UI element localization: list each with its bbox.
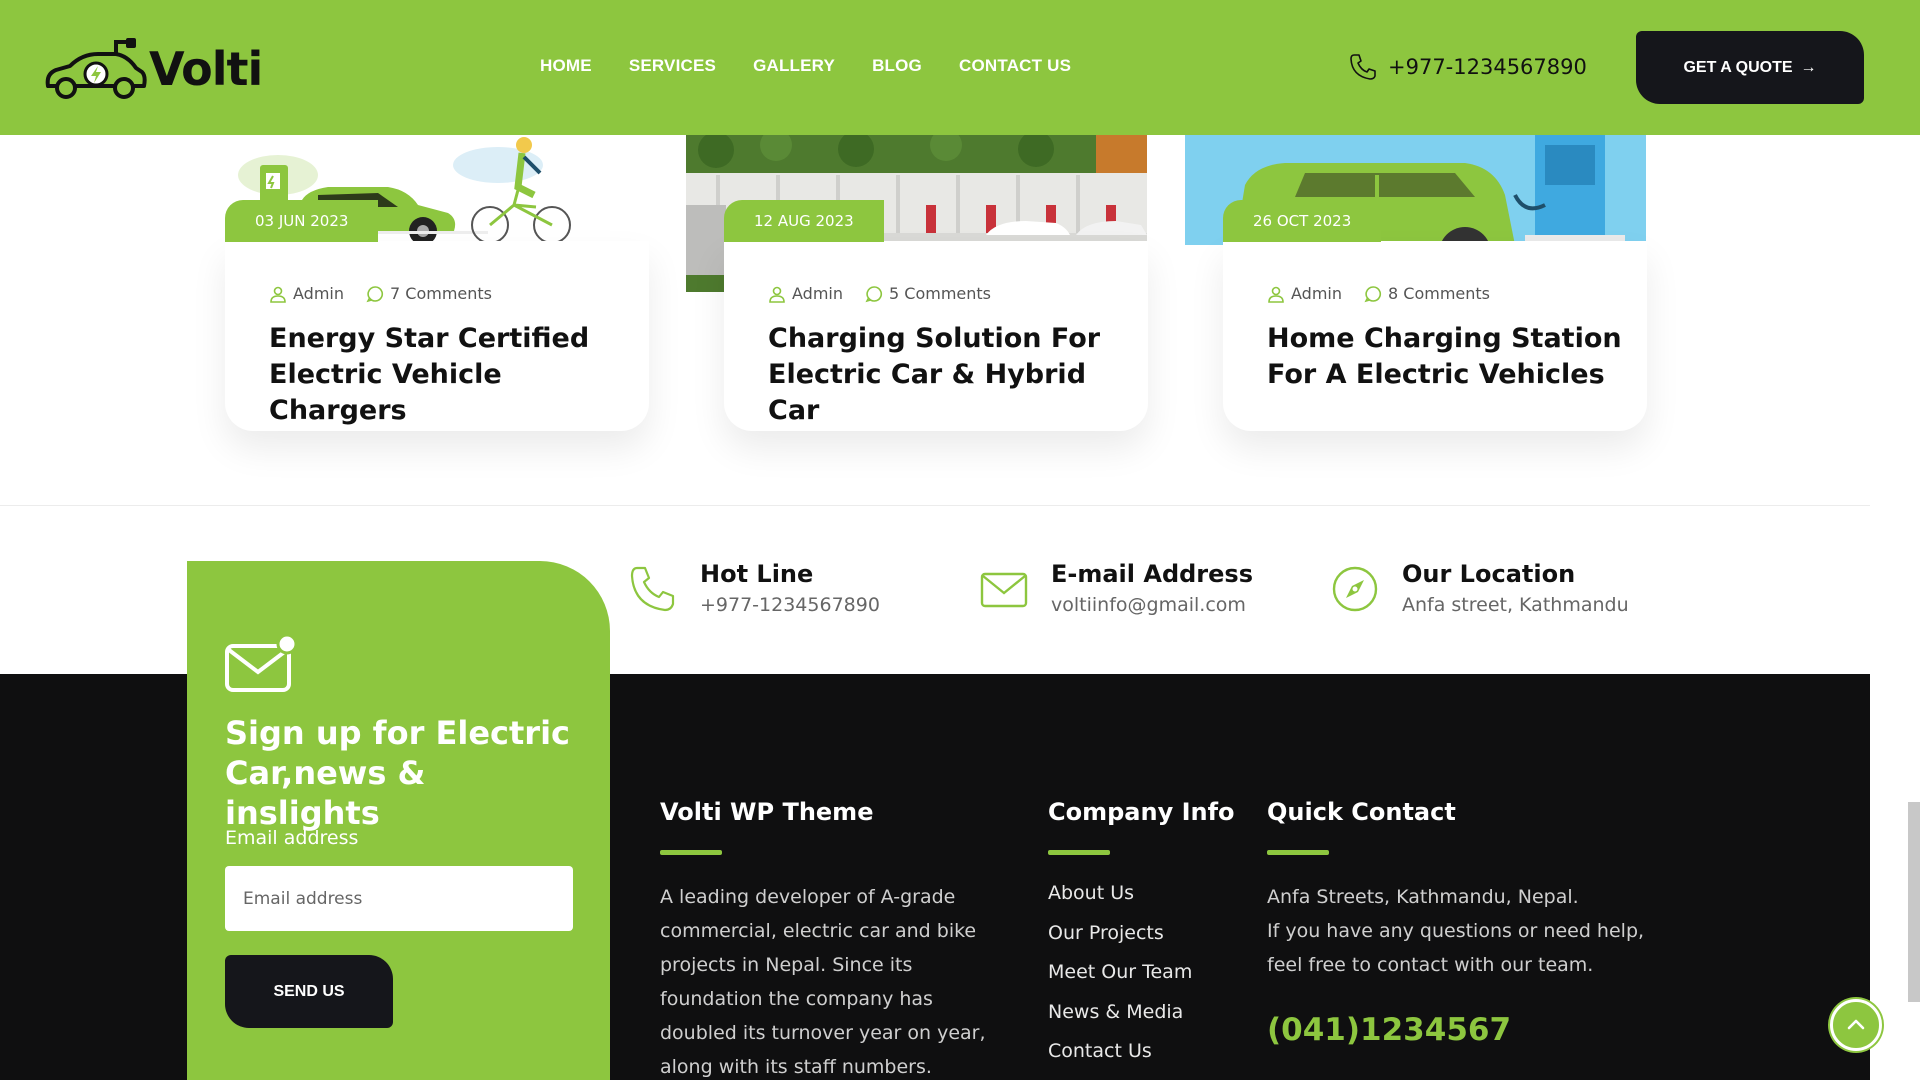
comment-icon bbox=[366, 285, 383, 302]
email-title: E-mail Address bbox=[1051, 560, 1253, 588]
post-author[interactable]: Admin bbox=[1291, 284, 1342, 303]
title-underline bbox=[660, 850, 722, 855]
scroll-to-top-button[interactable] bbox=[1830, 999, 1882, 1051]
about-text: A leading developer of A-grade commercia… bbox=[660, 886, 986, 1078]
quick-contact-text: Anfa Streets, Kathmandu, Nepal. If you h… bbox=[1267, 880, 1647, 982]
link-news-media[interactable]: News & Media bbox=[1048, 1001, 1192, 1041]
quick-contact-phone[interactable]: (041)1234567 bbox=[1267, 1012, 1511, 1048]
link-our-projects[interactable]: Our Projects bbox=[1048, 922, 1192, 962]
main-nav: HOME SERVICES GALLERY BLOG CONTACT US bbox=[540, 56, 1071, 76]
location-title: Our Location bbox=[1402, 560, 1576, 588]
header-phone[interactable]: +977-1234567890 bbox=[1348, 52, 1587, 82]
email-block: E-mail Address voltiinfo@gmail.com bbox=[979, 560, 1253, 616]
car-logo-icon bbox=[45, 38, 147, 99]
location-block: Our Location Anfa street, Kathmandu bbox=[1330, 560, 1629, 616]
send-us-button[interactable]: SEND US bbox=[225, 955, 393, 1028]
nav-services[interactable]: SERVICES bbox=[629, 56, 716, 76]
post-meta: Admin 8 Comments bbox=[1267, 284, 1490, 303]
header-phone-number: +977-1234567890 bbox=[1388, 55, 1587, 79]
company-links: About Us Our Projects Meet Our Team News… bbox=[1048, 882, 1192, 1080]
compass-icon bbox=[1332, 566, 1378, 612]
post-meta: Admin 7 Comments bbox=[269, 284, 492, 303]
hotline-value[interactable]: +977-1234567890 bbox=[700, 594, 880, 616]
chevron-up-icon bbox=[1847, 1019, 1865, 1030]
post-meta: Admin 5 Comments bbox=[768, 284, 991, 303]
mail-notification-icon bbox=[225, 634, 297, 692]
post-title[interactable]: Home Charging Station For A Electric Veh… bbox=[1267, 321, 1627, 393]
quick-contact-help: If you have any questions or need help, … bbox=[1267, 920, 1645, 976]
get-a-quote-label: GET A QUOTE bbox=[1683, 58, 1793, 76]
comment-icon bbox=[1364, 285, 1381, 302]
section-divider bbox=[0, 505, 1870, 506]
post-author[interactable]: Admin bbox=[293, 284, 344, 303]
email-label: Email address bbox=[225, 827, 359, 849]
user-icon bbox=[769, 286, 785, 303]
email-input[interactable] bbox=[225, 866, 573, 931]
user-icon bbox=[1268, 286, 1284, 303]
logo[interactable]: Volti bbox=[42, 36, 263, 102]
post-title[interactable]: Charging Solution For Electric Car & Hyb… bbox=[768, 321, 1128, 429]
logo-text: Volti bbox=[149, 42, 263, 96]
mail-icon bbox=[980, 572, 1028, 608]
date-badge: 03 JUN 2023 bbox=[225, 200, 379, 242]
link-about-us[interactable]: About Us bbox=[1048, 882, 1192, 922]
quick-contact-address: Anfa Streets, Kathmandu, Nepal. bbox=[1267, 886, 1579, 908]
phone-icon bbox=[1350, 54, 1376, 80]
nav-blog[interactable]: BLOG bbox=[872, 56, 922, 76]
arrow-right-icon: → bbox=[1800, 58, 1817, 76]
post-author[interactable]: Admin bbox=[792, 284, 843, 303]
title-underline bbox=[1267, 850, 1329, 855]
company-info-title: Company Info bbox=[1048, 798, 1235, 826]
site-header: Volti HOME SERVICES GALLERY BLOG CONTACT… bbox=[0, 0, 1920, 135]
date-badge: 12 AUG 2023 bbox=[724, 200, 884, 242]
blog-card-3[interactable]: Admin 8 Comments Home Charging Station F… bbox=[1223, 241, 1647, 431]
phone-icon bbox=[630, 566, 675, 612]
location-value: Anfa street, Kathmandu bbox=[1402, 594, 1629, 616]
user-icon bbox=[270, 286, 286, 303]
quick-contact-title: Quick Contact bbox=[1267, 798, 1456, 826]
blog-card-1[interactable]: Admin 7 Comments Energy Star Certified E… bbox=[225, 241, 649, 431]
get-a-quote-button[interactable]: GET A QUOTE → bbox=[1636, 31, 1864, 104]
about-title: Volti WP Theme bbox=[660, 798, 874, 826]
newsletter-signup: Sign up for Electric Car,news & inslight… bbox=[187, 561, 610, 1080]
post-comments[interactable]: 8 Comments bbox=[1388, 284, 1490, 303]
page-scrollbar-thumb[interactable] bbox=[1908, 802, 1920, 1002]
title-underline bbox=[1048, 850, 1110, 855]
email-value[interactable]: voltiinfo@gmail.com bbox=[1051, 594, 1253, 616]
date-badge: 26 OCT 2023 bbox=[1223, 200, 1382, 242]
blog-card-2[interactable]: Admin 5 Comments Charging Solution For E… bbox=[724, 241, 1148, 431]
link-contact-us[interactable]: Contact Us bbox=[1048, 1040, 1192, 1080]
hotline-block: Hot Line +977-1234567890 bbox=[628, 560, 880, 616]
link-meet-our-team[interactable]: Meet Our Team bbox=[1048, 961, 1192, 1001]
post-comments[interactable]: 7 Comments bbox=[390, 284, 492, 303]
hotline-title: Hot Line bbox=[700, 560, 814, 588]
signup-title: Sign up for Electric Car,news & inslight… bbox=[225, 714, 571, 832]
nav-home[interactable]: HOME bbox=[540, 56, 592, 76]
nav-contact-us[interactable]: CONTACT US bbox=[959, 56, 1071, 76]
comment-icon bbox=[865, 285, 882, 302]
nav-gallery[interactable]: GALLERY bbox=[753, 56, 835, 76]
post-comments[interactable]: 5 Comments bbox=[889, 284, 991, 303]
post-title[interactable]: Energy Star Certified Electric Vehicle C… bbox=[269, 321, 629, 429]
